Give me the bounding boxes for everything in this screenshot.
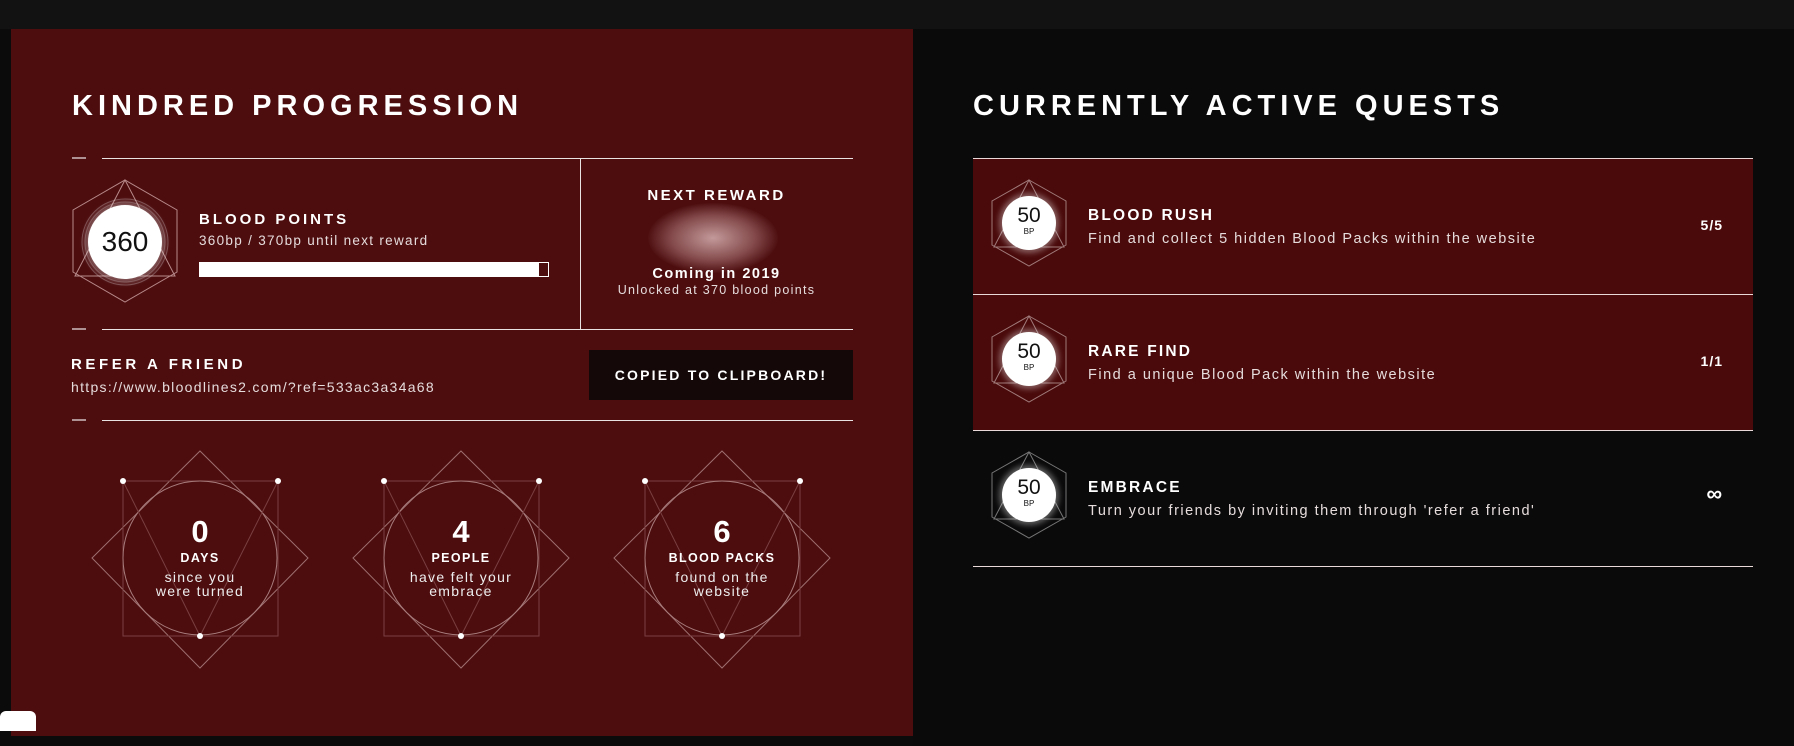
blood-points-label: BLOOD POINTS	[199, 211, 350, 228]
quest-points: 50	[1017, 340, 1041, 363]
refer-friend-label: REFER A FRIEND	[71, 356, 247, 373]
stat-desc-line2: embrace	[429, 583, 493, 599]
quest-points: 50	[1017, 204, 1041, 227]
infinity-icon: ∞	[1706, 481, 1723, 506]
next-reward-label: NEXT REWARD	[647, 187, 786, 204]
quests-title: CURRENTLY ACTIVE QUESTS	[973, 90, 1505, 122]
divider	[102, 420, 853, 421]
quest-points-badge: 50 BP	[991, 450, 1067, 539]
stat-desc-line1: have felt your	[409, 569, 513, 585]
stat-item: 6 BLOOD PACKS found on the website	[602, 444, 842, 684]
quest-list-end-divider	[973, 566, 1753, 568]
quest-progress: 1/1	[1700, 353, 1723, 369]
progression-title: KINDRED PROGRESSION	[72, 90, 524, 122]
referral-url[interactable]: https://www.bloodlines2.com/?ref=533ac3a…	[71, 379, 435, 395]
rule-tick	[72, 328, 86, 330]
stat-value: 6	[713, 514, 731, 549]
quest-description: Turn your friends by inviting them throu…	[1088, 503, 1536, 519]
progress-fill	[200, 263, 539, 276]
quest-points-badge: 50 BP	[991, 178, 1067, 267]
blood-points-value: 360	[88, 205, 162, 279]
quest-points: 50	[1017, 476, 1041, 499]
quest-name: RARE FIND	[1088, 343, 1193, 360]
stat-value: 4	[452, 514, 470, 549]
quest-name: EMBRACE	[1088, 479, 1182, 496]
stat-desc-line2: website	[693, 583, 751, 599]
vertical-divider	[580, 158, 581, 329]
quest-description: Find and collect 5 hidden Blood Packs wi…	[1088, 231, 1537, 247]
quest-list: 50 BP BLOOD RUSH Find and collect 5 hidd…	[973, 158, 1753, 568]
reward-mystery-icon	[648, 203, 778, 273]
rule-tick	[72, 157, 86, 159]
quest-description: Find a unique Blood Pack within the webs…	[1088, 367, 1437, 383]
stat-desc-line1: since you	[164, 569, 236, 585]
quest-points-unit: BP	[1023, 227, 1035, 236]
quest-item: 50 BP EMBRACE Turn your friends by invit…	[973, 430, 1753, 566]
quest-item: 50 BP BLOOD RUSH Find and collect 5 hidd…	[973, 158, 1753, 294]
quest-name: BLOOD RUSH	[1088, 207, 1215, 224]
divider	[102, 329, 853, 330]
stat-item: 4 PEOPLE have felt your embrace	[341, 444, 581, 684]
rule-tick	[72, 419, 86, 421]
quest-points-unit: BP	[1023, 499, 1035, 508]
stat-item: 0 DAYS since you were turned	[80, 444, 320, 684]
next-reward-unlock-text: Unlocked at 370 blood points	[617, 283, 816, 297]
stat-unit: BLOOD PACKS	[668, 551, 776, 565]
quest-item: 50 BP RARE FIND Find a unique Blood Pack…	[973, 294, 1753, 430]
stat-desc-line2: were turned	[155, 583, 245, 599]
blood-points-progress-bar	[199, 262, 549, 277]
stat-unit: DAYS	[180, 551, 220, 565]
stat-unit: PEOPLE	[431, 551, 491, 565]
corner-widget[interactable]	[0, 711, 36, 731]
quest-points-unit: BP	[1023, 363, 1035, 372]
blood-points-subtitle: 360bp / 370bp until next reward	[199, 233, 429, 248]
blood-points-badge: 360	[70, 178, 180, 304]
divider	[102, 158, 853, 159]
stat-desc-line1: found on the	[675, 569, 769, 585]
quest-progress: 5/5	[1700, 217, 1723, 233]
quest-points-badge: 50 BP	[991, 314, 1067, 403]
next-reward-status: Coming in 2019	[652, 266, 781, 282]
top-band	[0, 0, 1794, 29]
copy-referral-button[interactable]: COPIED TO CLIPBOARD!	[589, 350, 853, 400]
stat-value: 0	[191, 514, 209, 549]
